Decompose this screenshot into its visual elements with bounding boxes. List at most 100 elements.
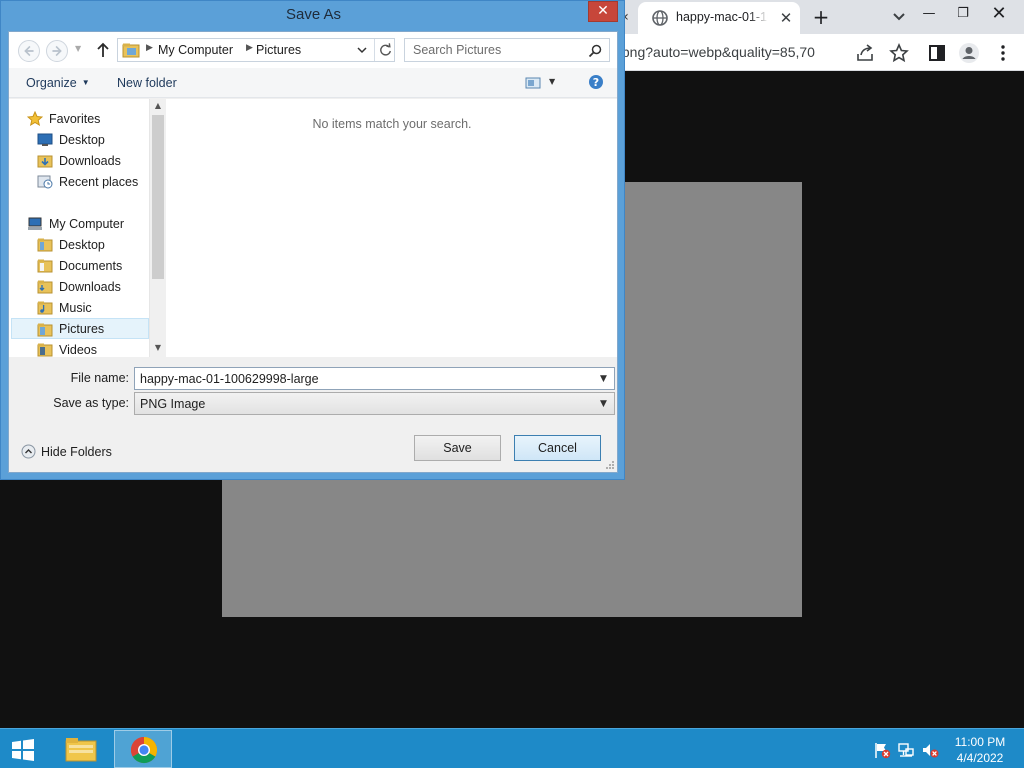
svg-text:?: ? xyxy=(593,76,599,89)
scrollbar-thumb[interactable] xyxy=(152,115,164,279)
tree-item-label: Desktop xyxy=(59,133,105,147)
windows-start-icon[interactable] xyxy=(6,737,40,763)
window-restore-button[interactable]: ❐ xyxy=(946,0,980,28)
navigation-bar: ▼ ▶ My Computer ▶ Pictures xyxy=(9,32,617,68)
recent-places-icon xyxy=(37,175,53,189)
up-arrow-icon[interactable] xyxy=(94,40,112,60)
view-options-chevron-icon[interactable]: ▼ xyxy=(549,77,555,86)
help-icon[interactable]: ? xyxy=(588,74,604,90)
hide-folders-label: Hide Folders xyxy=(41,445,112,459)
tree-item-label: Downloads xyxy=(59,280,121,294)
search-icon[interactable] xyxy=(587,43,603,59)
change-view-icon[interactable] xyxy=(525,76,541,90)
back-arrow-icon[interactable] xyxy=(18,40,40,62)
organize-label: Organize xyxy=(26,76,77,90)
chevron-up-circle-icon xyxy=(21,444,36,459)
save-form: File name: ▼ Save as type: PNG Image ▼ H… xyxy=(9,357,617,472)
tab-close-button[interactable]: ✕ xyxy=(776,8,796,28)
downloads-folder-icon xyxy=(37,155,53,168)
breadcrumb-separator-icon[interactable]: ▶ xyxy=(246,43,253,53)
empty-results-message: No items match your search. xyxy=(312,117,472,131)
tree-item-favorites[interactable]: Favorites xyxy=(11,108,149,129)
tree-item-my-computer[interactable]: My Computer xyxy=(11,213,149,234)
file-name-combobox[interactable]: ▼ xyxy=(134,367,615,390)
chrome-icon xyxy=(130,736,158,764)
star-icon xyxy=(27,111,43,126)
breadcrumb-separator-icon[interactable]: ▶ xyxy=(146,43,153,53)
navigation-pane: Favorites Desktop Downloads Recent place… xyxy=(9,99,165,357)
chevron-down-icon: ▼ xyxy=(600,399,607,409)
tree-item-downloads-favorite[interactable]: Downloads xyxy=(11,150,149,171)
tree-item-desktop-favorite[interactable]: Desktop xyxy=(11,129,149,150)
taskbar-file-explorer-button[interactable] xyxy=(52,730,110,768)
tree-item-pictures[interactable]: Pictures xyxy=(11,318,149,339)
command-bar: Organize ▼ New folder ▼ ? xyxy=(9,68,617,98)
bookmark-star-icon[interactable] xyxy=(888,42,910,64)
globe-icon xyxy=(652,10,668,26)
tree-item-desktop[interactable]: Desktop xyxy=(11,234,149,255)
chevron-down-icon[interactable] xyxy=(355,43,369,57)
forward-arrow-icon[interactable] xyxy=(46,40,68,62)
share-icon[interactable] xyxy=(854,42,876,64)
tree-item-label: Pictures xyxy=(59,322,105,336)
tab-title: happy-mac-01-100629998-large xyxy=(676,10,768,24)
cancel-button[interactable]: Cancel xyxy=(514,435,601,461)
tree-item-label: Favorites xyxy=(49,112,101,126)
organize-menu-button[interactable]: Organize ▼ xyxy=(26,76,90,90)
save-as-type-select[interactable]: PNG Image ▼ xyxy=(134,392,615,415)
tree-item-documents[interactable]: Documents xyxy=(11,255,149,276)
tree-item-label: Music xyxy=(59,301,92,315)
resize-grip-icon[interactable] xyxy=(605,460,615,470)
scroll-down-arrow-icon[interactable]: ▼ xyxy=(150,341,165,355)
taskbar-chrome-button[interactable] xyxy=(114,730,172,768)
network-icon[interactable] xyxy=(897,741,915,759)
folder-icon xyxy=(37,259,53,273)
breadcrumb-pictures[interactable]: Pictures xyxy=(256,43,301,57)
address-bar-url[interactable]: .png?auto=webp&quality=85,70 xyxy=(618,44,815,60)
new-tab-button[interactable]: + xyxy=(808,4,834,30)
clock-time: 11:00 PM xyxy=(954,735,1006,749)
tree-item-music[interactable]: Music xyxy=(11,297,149,318)
tree-item-downloads[interactable]: Downloads xyxy=(11,276,149,297)
profile-avatar-icon[interactable] xyxy=(958,42,980,64)
file-name-label: File name: xyxy=(70,371,129,385)
folder-icon xyxy=(37,301,53,315)
taskbar: 11:00 PM 4/4/2022 xyxy=(0,728,1024,768)
save-button[interactable]: Save xyxy=(414,435,501,461)
search-input[interactable] xyxy=(407,41,583,59)
window-minimize-button[interactable]: — xyxy=(912,0,946,28)
system-clock[interactable]: 11:00 PM 4/4/2022 xyxy=(944,734,1016,766)
recent-locations-chevron-icon[interactable]: ▼ xyxy=(75,44,81,53)
tree-item-label: Videos xyxy=(59,343,97,357)
chevron-down-icon[interactable]: ▼ xyxy=(600,374,607,384)
navigation-scrollbar[interactable]: ▲ ▼ xyxy=(149,99,165,357)
browser-tab-active[interactable]: happy-mac-01-100629998-large ✕ xyxy=(638,2,800,34)
folder-icon xyxy=(37,238,53,252)
save-as-type-label: Save as type: xyxy=(53,396,129,410)
tree-item-videos[interactable]: Videos xyxy=(11,339,149,357)
tab-search-chevron-icon[interactable] xyxy=(888,6,910,28)
file-name-input[interactable] xyxy=(136,370,591,387)
new-folder-button[interactable]: New folder xyxy=(117,76,177,90)
search-box[interactable] xyxy=(404,38,610,62)
dialog-title: Save As xyxy=(285,6,342,23)
tree-item-recent-places[interactable]: Recent places xyxy=(11,171,149,192)
action-center-flag-icon[interactable] xyxy=(873,741,891,759)
clock-date: 4/4/2022 xyxy=(956,751,1004,765)
tree-item-label: Recent places xyxy=(59,175,139,189)
dialog-close-button[interactable]: ✕ xyxy=(588,1,618,22)
save-as-type-value: PNG Image xyxy=(140,397,206,411)
breadcrumb-my-computer[interactable]: My Computer xyxy=(158,43,233,57)
tree-item-label: Documents xyxy=(59,259,123,273)
window-close-button[interactable]: ✕ xyxy=(982,0,1016,28)
hide-folders-toggle[interactable]: Hide Folders xyxy=(19,443,119,461)
scroll-up-arrow-icon[interactable]: ▲ xyxy=(150,99,165,113)
file-explorer-icon xyxy=(65,738,97,762)
address-breadcrumb[interactable]: ▶ My Computer ▶ Pictures xyxy=(117,38,395,62)
file-list-pane[interactable]: No items match your search. xyxy=(165,99,617,357)
kebab-menu-icon[interactable] xyxy=(992,42,1014,64)
side-panel-icon[interactable] xyxy=(926,42,948,64)
computer-icon xyxy=(28,217,42,230)
refresh-icon[interactable] xyxy=(374,39,396,61)
volume-muted-icon[interactable] xyxy=(921,741,939,759)
